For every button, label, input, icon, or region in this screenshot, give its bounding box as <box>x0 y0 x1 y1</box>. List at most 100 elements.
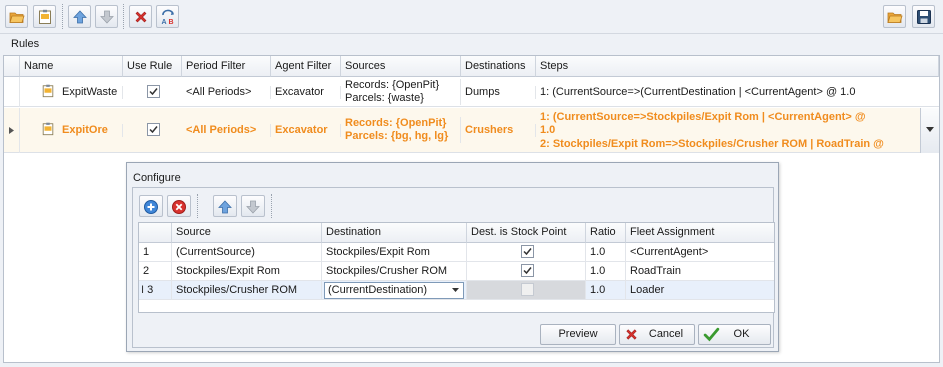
row-number-cell: I 3 <box>139 281 172 300</box>
row-number: 2 <box>139 262 172 281</box>
sources-parcels: Parcels: {waste} <box>341 92 461 105</box>
rename-icon: A B <box>162 9 174 25</box>
remove-icon <box>172 200 186 214</box>
row-number: 1 <box>139 243 172 262</box>
sources-records: Records: {OpenPit} <box>341 79 461 92</box>
svg-text:B: B <box>169 19 174 25</box>
period-filter: <All Periods> <box>182 124 271 137</box>
table-row[interactable]: 1 (CurrentSource) Stockpiles/Expit Rom 1… <box>139 243 774 262</box>
chevron-down-icon <box>926 127 934 132</box>
move-down-icon <box>100 10 114 24</box>
step-ratio[interactable]: 1.0 <box>586 281 626 300</box>
delete-button[interactable] <box>129 5 152 28</box>
column-header-steps[interactable]: Steps <box>536 56 939 77</box>
ok-button[interactable]: OK <box>698 324 771 345</box>
column-header-stock-point[interactable]: Dest. is Stock Point <box>467 223 586 243</box>
column-header-fleet-assignment[interactable]: Fleet Assignment <box>626 223 774 243</box>
open-folder-button[interactable] <box>5 5 28 28</box>
step-source[interactable]: (CurrentSource) <box>172 243 322 262</box>
rule-name: ExpitOre <box>58 124 123 137</box>
step-ratio[interactable]: 1.0 <box>586 243 626 262</box>
table-row[interactable]: ExpitWaste <All Periods> Excavator Recor… <box>4 77 939 107</box>
agent-filter: Excavator <box>271 86 341 99</box>
remove-step-button[interactable] <box>167 195 191 217</box>
steps-grid: Source Destination Dest. is Stock Point … <box>138 222 775 313</box>
checkmark-icon <box>523 248 532 256</box>
move-up-icon <box>218 200 232 214</box>
move-up-button[interactable] <box>68 5 91 28</box>
steps: 1: (CurrentSource=>(CurrentDestination |… <box>540 86 856 98</box>
stock-point-checkbox[interactable] <box>521 245 534 258</box>
column-header-period-filter[interactable]: Period Filter <box>182 56 271 77</box>
main-toolbar: A B <box>0 0 943 34</box>
stock-point-cell <box>467 243 586 262</box>
configure-panel: Source Destination Dest. is Stock Point … <box>132 187 775 348</box>
destination-dropdown[interactable]: (CurrentDestination) <box>324 282 464 299</box>
step-source[interactable]: Stockpiles/Expit Rom <box>172 262 322 281</box>
steps-line: 2: Stockpiles/Expit Rom=>Stockpiles/Crus… <box>540 138 884 150</box>
row-indicator-header <box>4 56 20 77</box>
column-header-destinations[interactable]: Destinations <box>461 56 536 77</box>
column-header-name[interactable]: Name <box>20 56 123 77</box>
step-source[interactable]: Stockpiles/Crusher ROM <box>172 281 322 300</box>
destinations: Dumps <box>461 86 536 99</box>
steps-line: 1.0 <box>540 124 556 136</box>
add-icon <box>144 200 158 214</box>
column-header-use-rule[interactable]: Use Rule <box>123 56 182 77</box>
rules-section-label: Rules <box>11 38 40 50</box>
move-down-button[interactable] <box>95 5 118 28</box>
step-fleet[interactable]: <CurrentAgent> <box>626 243 774 262</box>
column-header-ratio[interactable]: Ratio <box>586 223 626 243</box>
add-step-button[interactable] <box>139 195 163 217</box>
step-ratio[interactable]: 1.0 <box>586 262 626 281</box>
column-header-agent-filter[interactable]: Agent Filter <box>271 56 341 77</box>
rule-icon <box>42 84 54 98</box>
row-indicator[interactable] <box>4 108 20 153</box>
sources-parcels: Parcels: {bg, hg, lg} <box>341 130 461 143</box>
open-folder-button-right[interactable] <box>883 5 906 28</box>
stock-point-cell <box>467 281 586 300</box>
column-header-source[interactable]: Source <box>172 223 322 243</box>
move-up-icon <box>73 10 87 24</box>
column-header-row-number <box>139 223 172 243</box>
column-header-destination[interactable]: Destination <box>322 223 467 243</box>
step-destination[interactable]: Stockpiles/Expit Rom <box>322 243 467 262</box>
step-fleet[interactable]: RoadTrain <box>626 262 774 281</box>
stock-point-checkbox <box>521 283 534 296</box>
open-folder-icon <box>9 12 25 23</box>
configure-dialog: Configure Source Destination Dest. is St… <box>126 162 779 352</box>
preview-button-label: Preview <box>558 328 598 340</box>
rule-icon <box>42 122 54 136</box>
save-icon <box>917 10 931 24</box>
column-header-sources[interactable]: Sources <box>341 56 461 77</box>
steps-editor[interactable]: 1: (CurrentSource=>Stockpiles/Expit Rom … <box>536 108 920 153</box>
table-row[interactable]: 2 Stockpiles/Expit Rom Stockpiles/Crushe… <box>139 262 774 281</box>
destinations: Crushers <box>461 124 536 137</box>
table-row-editing[interactable]: I 3 Stockpiles/Crusher ROM (CurrentDesti… <box>139 281 774 300</box>
properties-button[interactable] <box>33 5 56 28</box>
destination-editor-cell: (CurrentDestination) <box>322 281 467 300</box>
checkmark-icon <box>703 327 720 342</box>
steps-dropdown-button[interactable] <box>920 108 939 153</box>
open-folder-icon <box>887 12 903 23</box>
chevron-down-icon[interactable] <box>452 288 459 292</box>
rename-button[interactable]: A B <box>156 5 179 28</box>
stock-point-checkbox[interactable] <box>521 264 534 277</box>
save-button[interactable] <box>912 5 935 28</box>
cancel-icon <box>626 329 637 340</box>
checkmark-icon <box>523 267 532 275</box>
cancel-button[interactable]: Cancel <box>619 324 695 345</box>
use-rule-checkbox[interactable] <box>147 123 160 136</box>
agent-filter: Excavator <box>271 124 341 137</box>
move-up-step-button[interactable] <box>213 195 237 217</box>
use-rule-checkbox[interactable] <box>147 85 160 98</box>
preview-button[interactable]: Preview <box>540 324 616 345</box>
ok-button-label: OK <box>733 328 750 340</box>
step-fleet[interactable]: Loader <box>626 281 774 300</box>
sources-records: Records: {OpenPit} <box>341 117 461 130</box>
row-indicator[interactable] <box>4 77 20 107</box>
step-destination[interactable]: Stockpiles/Crusher ROM <box>322 262 467 281</box>
move-down-step-button[interactable] <box>241 195 265 217</box>
table-row-selected[interactable]: ExpitOre <All Periods> Excavator Records… <box>4 108 939 153</box>
configure-title: Configure <box>133 172 181 184</box>
